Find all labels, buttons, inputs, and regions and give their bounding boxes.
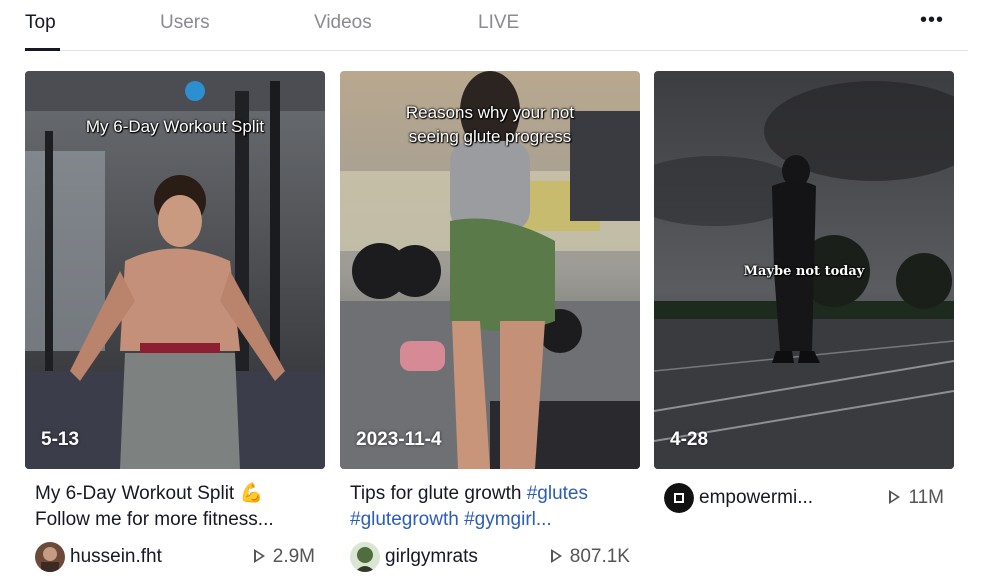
view-count-value: 11M bbox=[908, 487, 944, 508]
author-name[interactable]: girlgymrats bbox=[385, 546, 478, 568]
view-count: 11M bbox=[889, 487, 944, 509]
video-overlay-caption: seeing glute progress bbox=[408, 127, 572, 146]
hashtag-line[interactable]: #glutegrowth #gymgirl... bbox=[350, 507, 640, 533]
avatar[interactable] bbox=[350, 542, 380, 572]
more-options-icon[interactable]: ••• bbox=[920, 10, 944, 30]
view-count-value: 2.9M bbox=[272, 546, 315, 567]
play-icon bbox=[253, 549, 265, 563]
avatar[interactable] bbox=[664, 483, 694, 513]
view-count-value: 807.1K bbox=[569, 546, 630, 567]
author-name[interactable]: empowermi... bbox=[699, 487, 813, 509]
tab-users[interactable]: Users bbox=[160, 12, 210, 34]
tab-videos[interactable]: Videos bbox=[314, 12, 372, 34]
video-thumbnail[interactable]: My 6-Day Workout Split 5-13 bbox=[25, 71, 325, 469]
video-description[interactable]: Tips for glute growth #glutes #glutegrow… bbox=[340, 481, 640, 533]
video-thumbnail[interactable]: Reasons why your not seeing glute progre… bbox=[340, 71, 640, 469]
video-meta: girlgymrats 807.1K bbox=[340, 542, 640, 574]
tab-live[interactable]: LIVE bbox=[478, 12, 519, 34]
view-count: 2.9M bbox=[253, 546, 315, 568]
video-card: Reasons why your not seeing glute progre… bbox=[340, 71, 640, 574]
hashtag-link[interactable]: #glutes bbox=[527, 483, 588, 504]
tab-top[interactable]: Top bbox=[25, 12, 56, 34]
play-icon bbox=[550, 549, 562, 563]
video-overlay-caption: Reasons why your not bbox=[405, 103, 575, 122]
video-overlay-caption: My 6-Day Workout Split bbox=[85, 117, 265, 136]
author-name[interactable]: hussein.fht bbox=[70, 546, 162, 568]
description-line: My 6-Day Workout Split 💪 bbox=[35, 483, 264, 504]
description-line: Follow me for more fitness... bbox=[35, 509, 274, 530]
video-date: 4-28 bbox=[670, 429, 709, 450]
video-card: My 6-Day Workout Split 5-13 My 6-Day Wor… bbox=[25, 71, 325, 574]
description-line: Tips for glute growth #glutes bbox=[350, 481, 640, 507]
video-overlay-caption: Maybe not today bbox=[743, 264, 865, 279]
video-date: 2023-11-4 bbox=[356, 429, 442, 450]
video-meta: hussein.fht 2.9M bbox=[25, 542, 325, 574]
play-icon bbox=[889, 490, 901, 504]
view-count: 807.1K bbox=[550, 546, 630, 568]
video-description[interactable]: My 6-Day Workout Split 💪 Follow me for m… bbox=[25, 481, 325, 533]
video-card: Maybe not today 4-28 empowermi... 11M bbox=[654, 71, 954, 515]
search-tabs: Top Users Videos LIVE ••• bbox=[25, 0, 968, 51]
video-meta: empowermi... 11M bbox=[654, 483, 954, 515]
video-date: 5-13 bbox=[41, 429, 80, 450]
active-tab-indicator bbox=[25, 48, 60, 51]
video-thumbnail[interactable]: Maybe not today 4-28 bbox=[654, 71, 954, 469]
avatar[interactable] bbox=[35, 542, 65, 572]
description-text: Tips for glute growth bbox=[350, 483, 527, 504]
